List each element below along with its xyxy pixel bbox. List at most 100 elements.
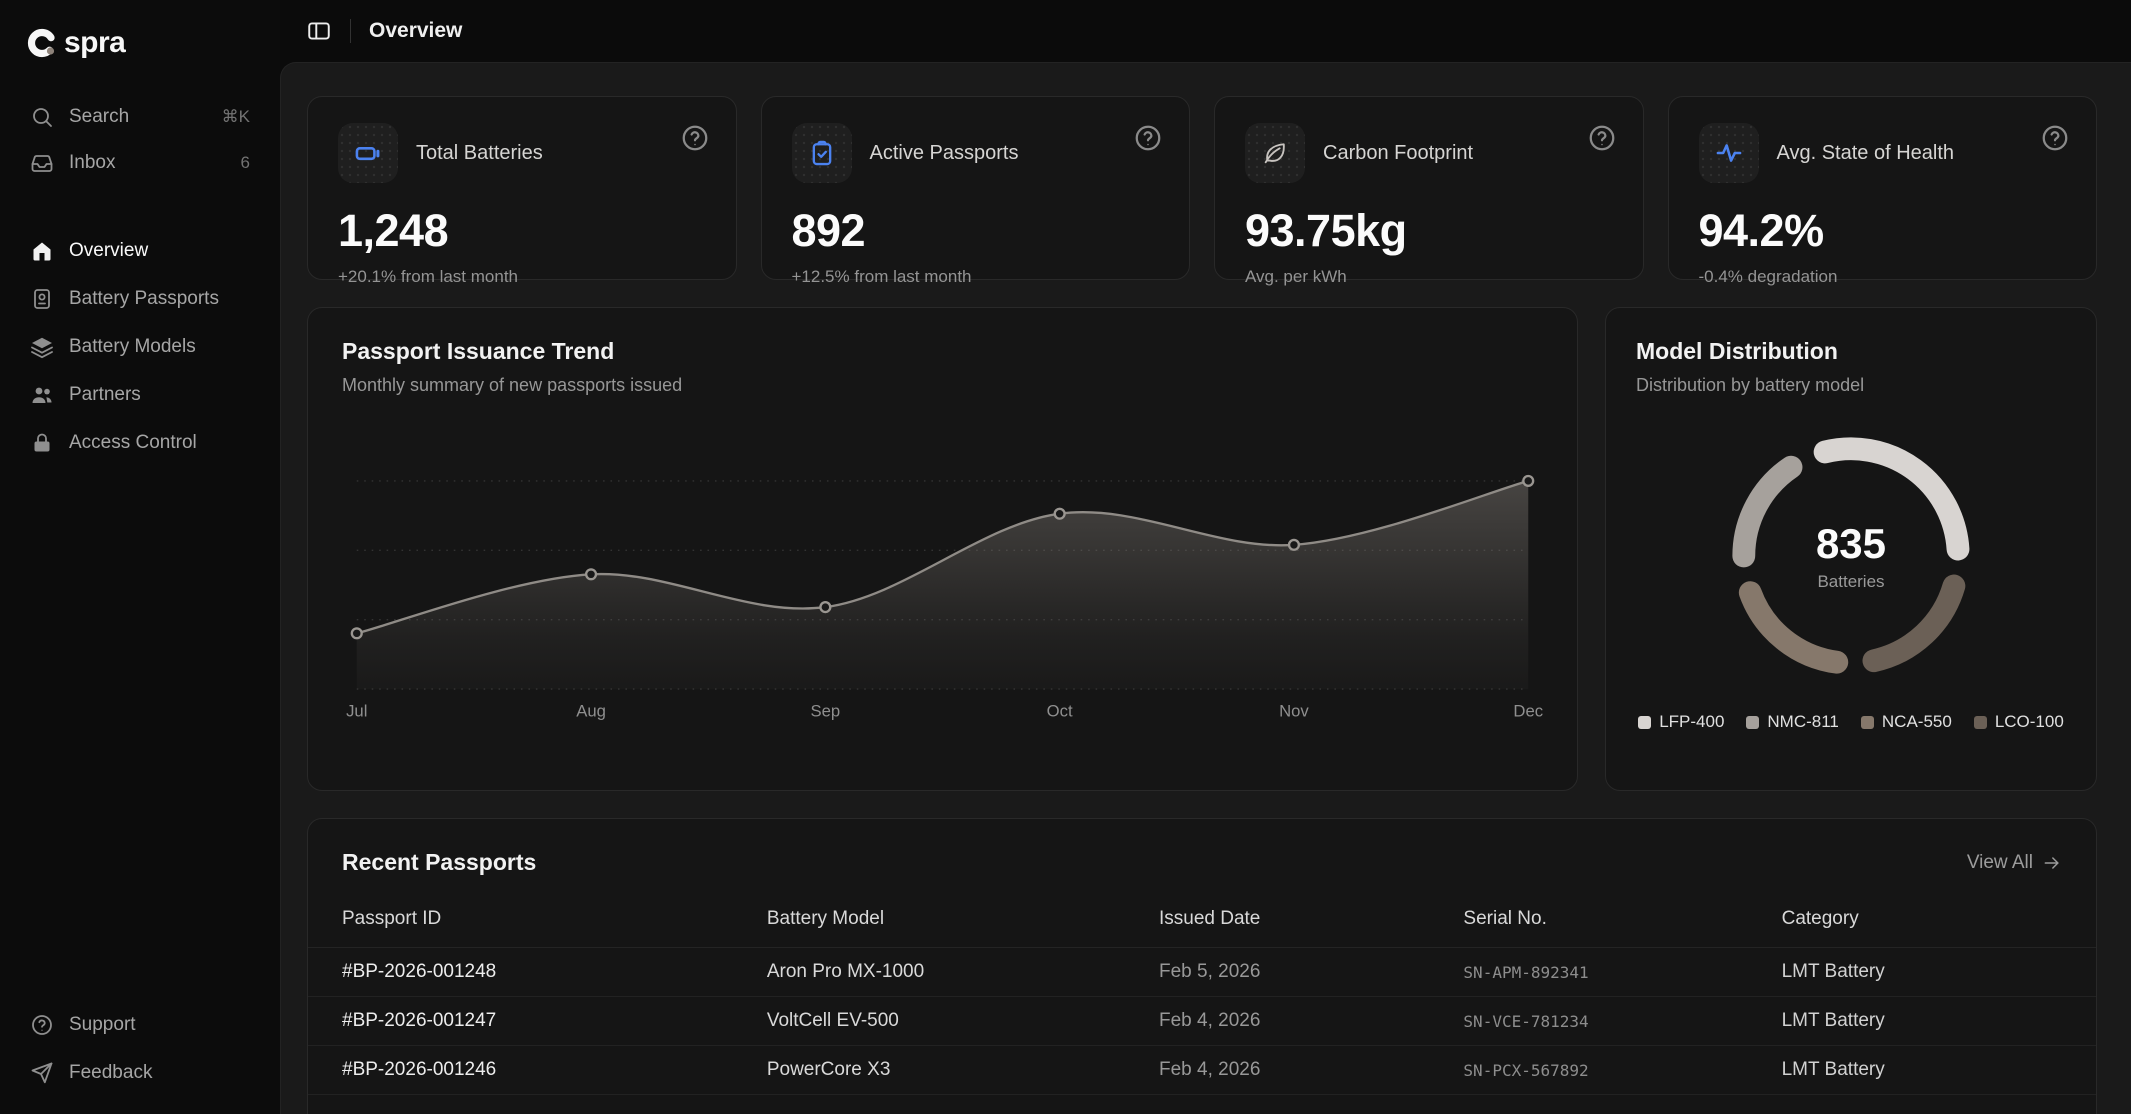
chart-subtitle: Monthly summary of new passports issued (342, 375, 1543, 396)
donut-legend: LFP-400 NMC-811 NCA-550 LCO-100 (1636, 712, 2066, 732)
stat-value: 94.2% (1699, 205, 2067, 257)
arrow-right-icon (2042, 853, 2062, 873)
stat-icon-tile (1699, 123, 1759, 183)
donut-title: Model Distribution (1636, 338, 2066, 365)
table-cell: SN-APM-892341 (1463, 963, 1781, 982)
stat-value: 1,248 (338, 205, 706, 257)
stat-card-avg-state-of-health: Avg. State of Health 94.2% -0.4% degrada… (1668, 96, 2098, 280)
stat-title: Active Passports (870, 142, 1019, 165)
help-button[interactable] (1133, 123, 1163, 153)
stat-value: 93.75kg (1245, 205, 1613, 257)
table-head: Passport IDBattery ModelIssued DateSeria… (308, 908, 2096, 948)
legend-item-nmc-811[interactable]: NMC-811 (1746, 712, 1838, 732)
legend-item-lfp-400[interactable]: LFP-400 (1638, 712, 1724, 732)
data-point[interactable] (1055, 509, 1065, 519)
battery-icon (354, 139, 382, 167)
inbox-icon (30, 151, 54, 175)
app-shell: spra Search ⌘K Inbox 6 OverviewBattery P… (0, 0, 2131, 1114)
content-panel: Total Batteries 1,248 +20.1% from last m… (280, 62, 2131, 1114)
sidebar-item-label: Support (69, 1014, 250, 1036)
table-cell: #BP-2026-001246 (342, 1059, 767, 1081)
stat-card-header: Total Batteries (338, 123, 706, 183)
donut-segment-lco-100[interactable] (1874, 586, 1954, 661)
stat-value: 892 (792, 205, 1160, 257)
sidebar-item-partners[interactable]: Partners (20, 372, 260, 418)
stat-card-total-batteries: Total Batteries 1,248 +20.1% from last m… (307, 96, 737, 280)
sidebar-item-label: Access Control (69, 432, 250, 454)
legend-item-nca-550[interactable]: NCA-550 (1861, 712, 1952, 732)
x-axis-label: Jul (346, 702, 367, 721)
x-axis-label: Sep (810, 702, 840, 721)
table-title: Recent Passports (342, 849, 536, 876)
help-circle-icon (680, 123, 710, 153)
sidebar-toggle-button[interactable] (306, 18, 332, 44)
donut-segment-nmc-811[interactable] (1744, 467, 1791, 556)
table-body: #BP-2026-001248Aron Pro MX-1000Feb 5, 20… (308, 948, 2096, 1095)
stat-title: Carbon Footprint (1323, 142, 1473, 165)
sidebar-item-feedback[interactable]: Feedback (20, 1050, 260, 1096)
sidebar-item-label: Battery Models (69, 336, 250, 358)
table-row[interactable]: #BP-2026-001246PowerCore X3Feb 4, 2026SN… (308, 1046, 2096, 1095)
table-cell: SN-VCE-781234 (1463, 1012, 1781, 1031)
view-all-button[interactable]: View All (1967, 852, 2062, 874)
x-axis-label: Nov (1279, 702, 1309, 721)
table-cell: Feb 4, 2026 (1159, 1010, 1463, 1032)
data-point[interactable] (820, 602, 830, 612)
middle-row: Passport Issuance Trend Monthly summary … (307, 307, 2097, 791)
stat-card-header: Active Passports (792, 123, 1160, 183)
data-point[interactable] (352, 628, 362, 638)
table-cell: #BP-2026-001248 (342, 961, 767, 983)
sidebar-item-label: Inbox (69, 152, 226, 174)
stat-card-header: Avg. State of Health (1699, 123, 2067, 183)
sidebar-item-battery-passports[interactable]: Battery Passports (20, 276, 260, 322)
sidebar-item-battery-models[interactable]: Battery Models (20, 324, 260, 370)
stat-title: Total Batteries (416, 142, 543, 165)
brand-logo[interactable]: spra (20, 26, 260, 60)
model-distribution-card: Model Distribution Distribution by batte… (1605, 307, 2097, 791)
legend-swatch (1746, 716, 1759, 729)
legend-item-lco-100[interactable]: LCO-100 (1974, 712, 2064, 732)
passport-issuance-trend-card: Passport Issuance Trend Monthly summary … (307, 307, 1578, 791)
brand-name: spra (64, 26, 125, 60)
area-chart[interactable]: JulAugSepOctNovDec (342, 422, 1543, 728)
sidebar-item-inbox[interactable]: Inbox 6 (20, 140, 260, 186)
table-row[interactable]: #BP-2026-001247VoltCell EV-500Feb 4, 202… (308, 997, 2096, 1046)
topbar: Overview (280, 0, 2131, 62)
sidebar-item-search[interactable]: Search ⌘K (20, 94, 260, 140)
sidebar-item-overview[interactable]: Overview (20, 228, 260, 274)
table-cell: LMT Battery (1782, 1010, 2062, 1032)
brand-logo-icon (26, 26, 60, 60)
column-header: Category (1782, 908, 2062, 930)
stat-icon-tile (792, 123, 852, 183)
view-all-label: View All (1967, 852, 2033, 874)
help-button[interactable] (2040, 123, 2070, 153)
stat-icon-tile (1245, 123, 1305, 183)
sidebar-item-access-control[interactable]: Access Control (20, 420, 260, 466)
legend-label: LCO-100 (1995, 712, 2064, 732)
legend-swatch (1974, 716, 1987, 729)
data-point[interactable] (586, 569, 596, 579)
stat-subtext: Avg. per kWh (1245, 267, 1613, 287)
search-shortcut: ⌘K (222, 107, 250, 127)
topbar-divider (350, 19, 351, 43)
help-button[interactable] (1587, 123, 1617, 153)
search-icon (30, 105, 54, 129)
column-header: Passport ID (342, 908, 767, 930)
help-button[interactable] (680, 123, 710, 153)
legend-label: NCA-550 (1882, 712, 1952, 732)
table-cell: VoltCell EV-500 (767, 1010, 1159, 1032)
donut-chart[interactable]: 835 Batteries (1717, 422, 1985, 690)
table-row[interactable]: #BP-2026-001248Aron Pro MX-1000Feb 5, 20… (308, 948, 2096, 997)
sidebar-item-support[interactable]: Support (20, 1002, 260, 1048)
sidebar-item-label: Search (69, 106, 207, 128)
donut-segment-nca-550[interactable] (1750, 593, 1837, 663)
data-point[interactable] (1523, 476, 1533, 486)
inbox-badge: 6 (241, 153, 250, 173)
stat-icon-tile (338, 123, 398, 183)
leaf-icon (1261, 139, 1289, 167)
stat-card-carbon-footprint: Carbon Footprint 93.75kg Avg. per kWh (1214, 96, 1644, 280)
donut-segment-lfp-400[interactable] (1825, 449, 1958, 549)
legend-swatch (1638, 716, 1651, 729)
data-point[interactable] (1289, 540, 1299, 550)
column-header: Serial No. (1463, 908, 1781, 930)
